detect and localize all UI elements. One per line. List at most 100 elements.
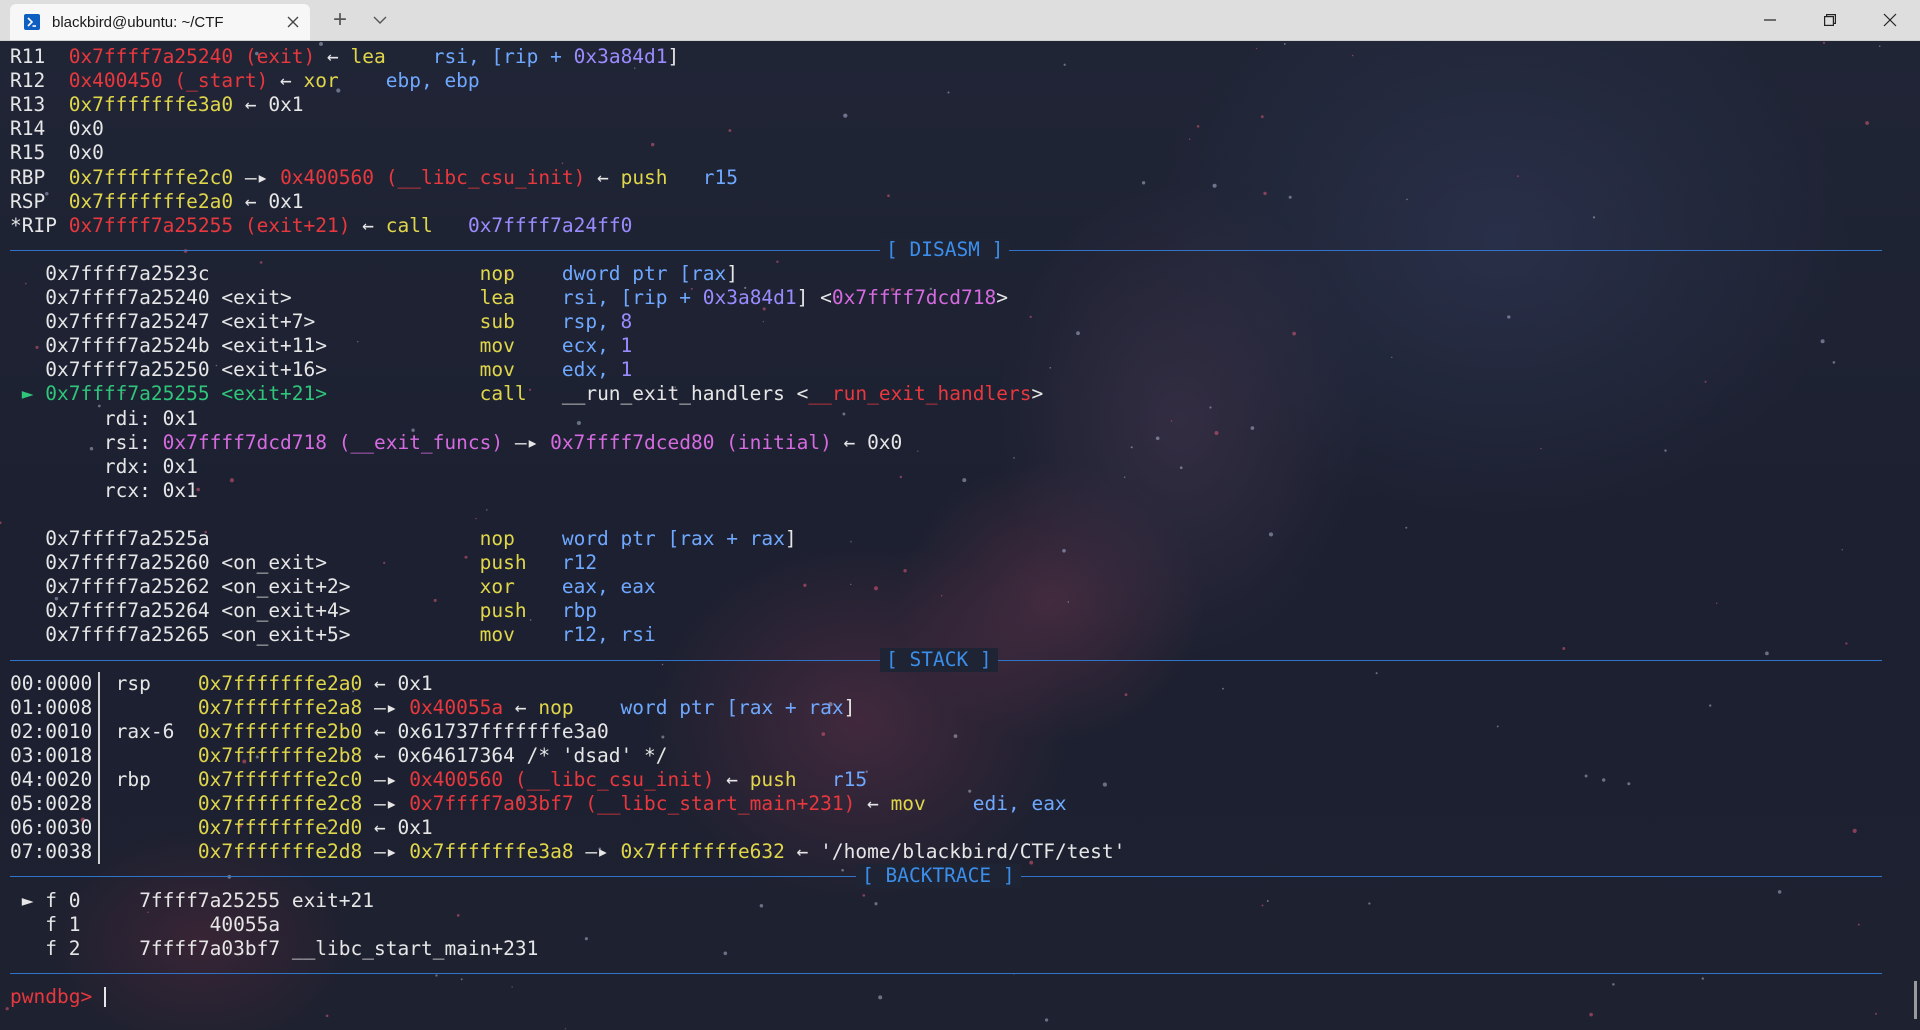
text-span — [34, 937, 46, 960]
pointer-arrow: ← — [327, 45, 339, 68]
register-line: R11 0x7ffff7a25240 (exit) ← lea rsi, [ri… — [10, 45, 679, 69]
section-title-disasm: [ DISASM ] — [880, 237, 1010, 262]
stack-address: 0x7fffffffe2b8 — [197, 743, 363, 767]
instruction-symbol: <exit+7> — [221, 310, 316, 334]
text-span — [210, 575, 222, 598]
register-name: R13 — [10, 93, 69, 117]
argument-register: rdi: — [103, 406, 151, 430]
instruction-opcode: mov — [479, 334, 562, 358]
minimize-button[interactable] — [1740, 0, 1800, 40]
instruction-address: 0x7ffff7a25264 — [45, 599, 210, 623]
instruction-address: 0x7ffff7a25262 — [45, 575, 210, 599]
text-span — [80, 889, 139, 912]
instruction-operand: 1 — [620, 334, 633, 358]
instruction-operand: rsp, — [561, 310, 621, 334]
stack-register — [116, 696, 198, 719]
window-close-button[interactable] — [1860, 0, 1920, 40]
text-span — [92, 840, 115, 863]
text-span — [151, 479, 163, 502]
text-span — [221, 262, 479, 285]
terminal-view[interactable]: R11 0x7ffff7a25240 (exit) ← lea rsi, [ri… — [0, 41, 1920, 1030]
stack-value: ← 0x1 — [362, 816, 433, 840]
instruction-address: 0x7ffff7a2525a — [45, 527, 210, 550]
frame-marker — [22, 913, 34, 936]
argument-value: 0x1 — [162, 406, 198, 430]
gutter — [10, 310, 45, 333]
tab-close-button[interactable] — [276, 7, 310, 37]
text-span — [327, 382, 480, 405]
text-span — [374, 166, 386, 189]
instruction-operand: rsi, [rip + — [561, 286, 703, 309]
call-argument-line: rcx: 0x1 — [10, 479, 198, 503]
text-span — [327, 334, 480, 357]
stack-register: rbp — [115, 768, 198, 791]
disasm-line: 0x7ffff7a25240 <exit> lea rsi, [rip + 0x… — [10, 286, 1008, 310]
stack-offset: 03:0018 — [10, 743, 93, 767]
pointer-arrow: ← — [362, 213, 374, 237]
register-line: RBP 0x7fffffffe2c0 —▸ 0x400560 (__libc_c… — [10, 166, 738, 190]
register-tail: 0x1 — [268, 93, 304, 117]
disasm-line: 0x7ffff7a25250 <exit+16> mov edx, 1 — [10, 358, 632, 382]
text-span — [10, 913, 22, 936]
stack-offset: 00:0000 — [10, 671, 93, 695]
argument-value: ← 0x0 — [831, 430, 903, 454]
backtrace-frame: f 1 40055a — [10, 913, 292, 937]
restore-button[interactable] — [1800, 0, 1860, 40]
text-span — [374, 214, 386, 237]
terminal-tab[interactable]: blackbird@ubuntu: ~/CTF — [10, 4, 310, 40]
stack-address: 0x7fffffffe2a8 — [197, 695, 363, 719]
instruction-opcode: lea — [479, 286, 562, 309]
text-span — [257, 190, 269, 213]
chevron-down-icon — [373, 16, 387, 24]
text-span — [210, 358, 222, 381]
text-span — [210, 382, 222, 405]
stack-register: rsp — [115, 671, 198, 695]
instruction-opcode: mov — [479, 623, 562, 647]
pointer-arrow: ← — [597, 165, 609, 189]
register-value: 0x7fffffffe2c0 — [68, 165, 234, 189]
stack-value: 0x7fffffffe3a8 — [409, 840, 574, 864]
argument-register: rcx: — [103, 478, 151, 502]
register-value: 0x400450 — [68, 69, 163, 93]
new-tab-button[interactable]: + — [320, 0, 360, 40]
text-span — [10, 431, 104, 454]
text-span — [280, 889, 292, 912]
register-value: 0x7fffffffe3a0 — [68, 93, 234, 117]
stack-offset: 01:0008 — [10, 695, 93, 719]
disasm-line: 0x7ffff7a25264 <on_exit+4> push rbp — [10, 599, 597, 623]
stack-value: 0x7ffff7a03bf7 (__libc_start_main+231) — [409, 792, 856, 816]
instruction-part: r15 — [667, 165, 738, 189]
register-value: 0x0 — [68, 141, 104, 165]
text-span — [80, 913, 139, 936]
register-name: R14 — [10, 117, 69, 141]
register-name: RSP — [10, 189, 69, 213]
instruction-operand: ] < — [796, 286, 832, 309]
backtrace-frame: f 2 7ffff7a03bf7 __libc_start_main+231 — [10, 937, 538, 961]
disasm-line: 0x7ffff7a2525a nop word ptr [rax + rax] — [10, 527, 796, 551]
instruction-operand: r12, rsi — [561, 623, 656, 647]
stack-entry: 00:0000 rsp 0x7fffffffe2a0 ← 0x1 — [10, 672, 433, 696]
instruction-address: 0x7ffff7a25240 — [45, 286, 210, 309]
stack-address: 0x7fffffffe2a0 — [197, 671, 363, 695]
text-span — [292, 69, 304, 92]
section-divider — [10, 972, 1882, 974]
stack-offset: 07:0038 — [10, 840, 93, 864]
text-span — [339, 45, 351, 68]
instruction-address: 0x7ffff7a2524b — [45, 334, 210, 358]
instruction-opcode: nop — [479, 527, 562, 550]
register-symbol: (exit) — [244, 45, 316, 68]
stack-entry: 06:0030 0x7fffffffe2d0 ← 0x1 — [10, 816, 433, 840]
instruction-part: xor — [303, 69, 339, 93]
scrollbar-thumb[interactable] — [1914, 981, 1917, 1019]
restore-icon — [1824, 14, 1836, 26]
prompt-line[interactable]: pwndbg> — [10, 985, 106, 1009]
text-span — [163, 69, 175, 92]
frame-address: 40055a — [139, 912, 281, 936]
stack-value: ← — [503, 695, 539, 719]
tab-dropdown-button[interactable] — [362, 0, 398, 40]
register-line: R13 0x7fffffffe3a0 ← 0x1 — [10, 93, 304, 117]
text-span — [34, 889, 46, 912]
instruction-opcode: sub — [479, 310, 562, 334]
instruction-symbol: <exit+11> — [221, 334, 328, 358]
frame-marker: ► — [21, 888, 34, 912]
